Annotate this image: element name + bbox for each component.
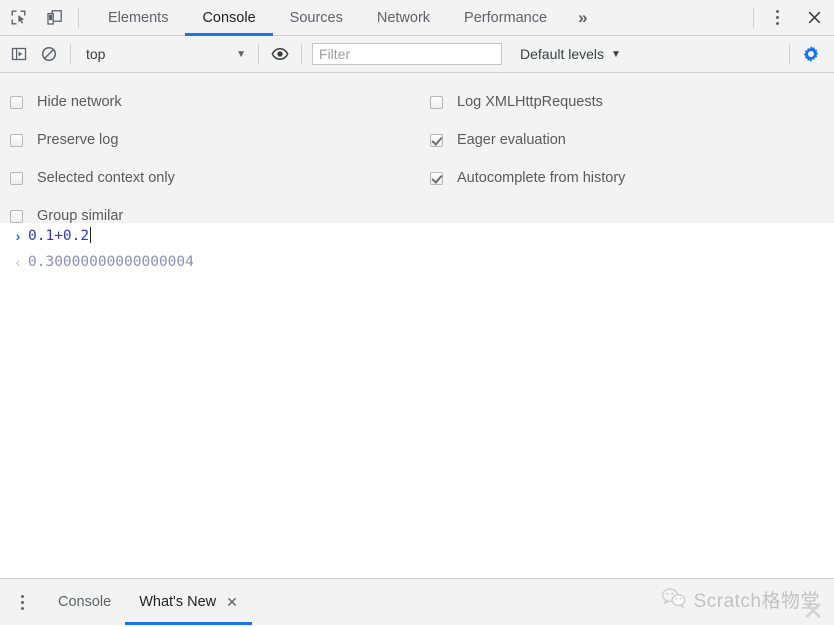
drawer-tab-label: What's New [139,594,217,610]
console-settings-pane: Hide network Preserve log Selected conte… [0,73,834,248]
setting-eager-evaluation[interactable]: Eager evaluation [430,121,625,159]
checkbox[interactable] [10,95,23,109]
toolbar-divider [789,44,790,64]
setting-label: Log XMLHttpRequests [457,94,603,110]
console-message-list[interactable]: › 0.1+0.2 ‹ 0.30000000000000004 [0,223,834,578]
panel-tabs: Elements Console Sources Network Perform… [91,0,600,36]
checkbox[interactable] [10,209,23,223]
result-arrow-icon: ‹ [15,254,21,270]
tab-network[interactable]: Network [360,0,447,35]
checkbox[interactable] [430,133,443,147]
drawer-tab-console[interactable]: Console [44,579,125,625]
tab-elements[interactable]: Elements [91,0,185,35]
console-result-row: ‹ 0.30000000000000004 [0,249,834,275]
toolbar-divider [70,44,71,64]
tab-performance[interactable]: Performance [447,0,564,35]
execution-context-value: top [86,46,106,62]
drawer-tab-whats-new[interactable]: What's New ✕ [125,579,252,625]
checkbox[interactable] [430,171,443,185]
setting-selected-context-only[interactable]: Selected context only [10,159,420,197]
log-levels-selector[interactable]: Default levels ▼ [520,46,621,62]
checkbox[interactable] [10,171,23,185]
toolbar-divider [78,7,79,28]
setting-label: Autocomplete from history [457,170,626,186]
checkbox[interactable] [10,133,23,147]
execution-context-selector[interactable]: top ▼ [77,43,252,66]
tab-sources[interactable]: Sources [273,0,360,35]
setting-label: Selected context only [37,170,175,186]
close-icon[interactable] [794,0,834,35]
setting-label: Group similar [37,208,124,224]
setting-label: Hide network [37,94,122,110]
live-expression-eye-icon[interactable] [265,39,295,69]
setting-autocomplete-from-history[interactable]: Autocomplete from history [430,159,625,197]
prompt-arrow-icon: › [15,228,21,244]
chevron-down-icon: ▼ [236,48,246,60]
kebab-menu-icon[interactable] [760,0,794,35]
console-settings-right-column: Log XMLHttpRequests Eager evaluation Aut… [420,83,625,235]
text-cursor [90,227,92,243]
toolbar-divider [258,44,259,64]
tab-label: Performance [464,9,548,26]
console-result-value: 0.30000000000000004 [28,254,194,270]
device-toolbar-icon[interactable] [36,0,72,35]
toolbar-divider [301,44,302,64]
console-toolbar: top ▼ Default levels ▼ [0,36,834,73]
console-prompt-row[interactable]: › 0.1+0.2 [0,223,834,249]
drawer-tab-bar: Console What's New ✕ [0,578,834,625]
console-input-text: 0.1+0.2 [28,228,90,244]
tab-label: Console [202,9,256,26]
tab-label: Sources [289,9,343,26]
tab-bar-actions [747,0,834,35]
inspect-element-icon[interactable] [0,0,36,35]
setting-preserve-log[interactable]: Preserve log [10,121,420,159]
filter-input[interactable] [312,43,502,65]
log-levels-label: Default levels [520,46,605,62]
setting-log-xmlhttprequests[interactable]: Log XMLHttpRequests [430,83,625,121]
setting-label: Eager evaluation [457,132,566,148]
chevron-down-icon: ▼ [611,48,621,60]
clear-console-icon[interactable] [34,39,64,69]
checkbox[interactable] [430,95,443,109]
drawer-tab-label: Console [58,594,112,610]
console-sidebar-icon[interactable] [4,39,34,69]
drawer-kebab-menu-icon[interactable] [0,579,44,625]
tab-label: Network [376,9,431,26]
gear-icon[interactable] [796,39,826,69]
toolbar-divider [753,7,754,28]
setting-hide-network[interactable]: Hide network [10,83,420,121]
console-input-expression[interactable]: 0.1+0.2 [28,226,92,246]
more-tabs-chevron-icon[interactable]: » [564,0,599,35]
setting-label: Preserve log [37,132,119,148]
tab-label: Elements [108,9,169,26]
console-settings-left-column: Hide network Preserve log Selected conte… [0,83,420,235]
devtools-tab-bar: Elements Console Sources Network Perform… [0,0,834,36]
tab-console[interactable]: Console [185,0,273,36]
close-icon[interactable]: ✕ [226,595,238,609]
